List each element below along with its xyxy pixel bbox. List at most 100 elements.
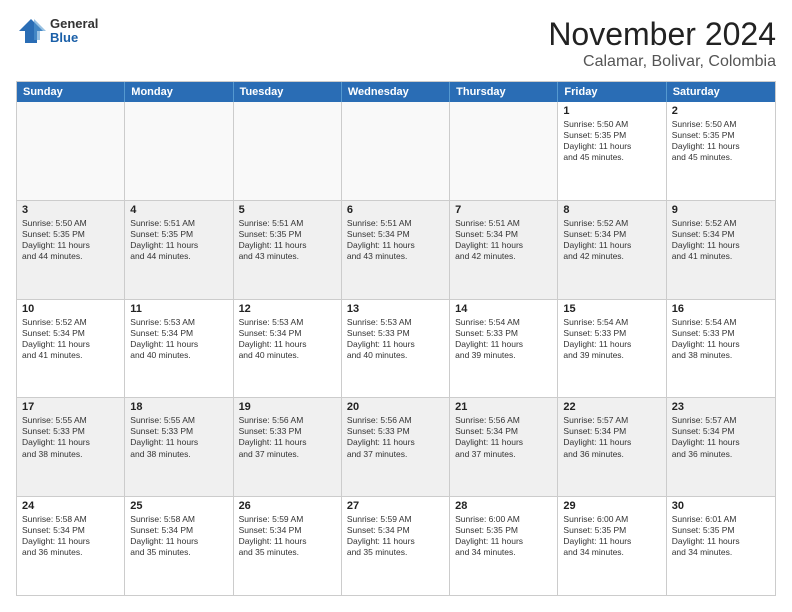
day-info: Sunrise: 5:52 AM Sunset: 5:34 PM Dayligh… bbox=[672, 218, 770, 262]
location: Calamar, Bolivar, Colombia bbox=[548, 53, 776, 71]
day-number: 29 bbox=[563, 500, 660, 512]
day-number: 27 bbox=[347, 500, 444, 512]
month-title: November 2024 bbox=[548, 16, 776, 53]
day-number: 24 bbox=[22, 500, 119, 512]
calendar-cell: 10 Sunrise: 5:52 AM Sunset: 5:34 PM Dayli… bbox=[17, 300, 125, 398]
day-number: 8 bbox=[563, 204, 660, 216]
calendar-cell: 1Sunrise: 5:50 AM Sunset: 5:35 PM Daylig… bbox=[558, 102, 666, 200]
calendar-week-1: 1Sunrise: 5:50 AM Sunset: 5:35 PM Daylig… bbox=[17, 102, 775, 200]
calendar-cell: 21Sunrise: 5:56 AM Sunset: 5:34 PM Dayli… bbox=[450, 398, 558, 496]
day-info: Sunrise: 5:52 AM Sunset: 5:34 PM Dayligh… bbox=[563, 218, 660, 262]
day-info: Sunrise: 5:50 AM Sunset: 5:35 PM Dayligh… bbox=[563, 119, 660, 163]
day-info: Sunrise: 5:51 AM Sunset: 5:34 PM Dayligh… bbox=[347, 218, 444, 262]
day-info: Sunrise: 5:56 AM Sunset: 5:33 PM Dayligh… bbox=[347, 415, 444, 459]
header-day-saturday: Saturday bbox=[667, 82, 775, 102]
calendar-cell: 11Sunrise: 5:53 AM Sunset: 5:34 PM Dayli… bbox=[125, 300, 233, 398]
day-number: 9 bbox=[672, 204, 770, 216]
calendar-body: 1Sunrise: 5:50 AM Sunset: 5:35 PM Daylig… bbox=[17, 102, 775, 595]
calendar-week-5: 24 Sunrise: 5:58 AM Sunset: 5:34 PM Dayli… bbox=[17, 496, 775, 595]
day-info: Sunrise: 5:53 AM Sunset: 5:33 PM Dayligh… bbox=[347, 317, 444, 361]
page: General Blue November 2024 Calamar, Boli… bbox=[0, 0, 792, 612]
day-info: Sunrise: 5:56 AM Sunset: 5:34 PM Dayligh… bbox=[455, 415, 552, 459]
day-info: Sunrise: 5:51 AM Sunset: 5:35 PM Dayligh… bbox=[130, 218, 227, 262]
calendar-cell: 29 Sunrise: 6:00 AM Sunset: 5:35 PM Dayli… bbox=[558, 497, 666, 595]
day-info: Sunrise: 5:55 AM Sunset: 5:33 PM Dayligh… bbox=[22, 415, 119, 459]
day-info: Sunrise: 5:58 AM Sunset: 5:34 PM Dayligh… bbox=[130, 514, 227, 558]
calendar-cell bbox=[17, 102, 125, 200]
calendar-cell: 26 Sunrise: 5:59 AM Sunset: 5:34 PM Dayli… bbox=[234, 497, 342, 595]
day-number: 2 bbox=[672, 105, 770, 117]
calendar-cell: 15 Sunrise: 5:54 AM Sunset: 5:33 PM Dayli… bbox=[558, 300, 666, 398]
day-number: 13 bbox=[347, 303, 444, 315]
day-info: Sunrise: 5:57 AM Sunset: 5:34 PM Dayligh… bbox=[672, 415, 770, 459]
day-number: 12 bbox=[239, 303, 336, 315]
calendar-cell: 24Sunrise: 5:58 AM Sunset: 5:34 PM Dayli… bbox=[17, 497, 125, 595]
day-info: Sunrise: 6:00 AM Sunset: 5:35 PM Dayligh… bbox=[563, 514, 660, 558]
day-number: 20 bbox=[347, 401, 444, 413]
calendar-cell: 13 Sunrise: 5:53 AM Sunset: 5:33 PM Dayli… bbox=[342, 300, 450, 398]
header: General Blue November 2024 Calamar, Boli… bbox=[16, 16, 776, 71]
calendar-cell bbox=[125, 102, 233, 200]
calendar-header: SundayMondayTuesdayWednesdayThursdayFrid… bbox=[17, 82, 775, 102]
day-info: Sunrise: 6:00 AM Sunset: 5:35 PM Dayligh… bbox=[455, 514, 552, 558]
day-info: Sunrise: 5:55 AM Sunset: 5:33 PM Dayligh… bbox=[130, 415, 227, 459]
calendar-cell: 20 Sunrise: 5:56 AM Sunset: 5:33 PM Dayli… bbox=[342, 398, 450, 496]
logo-general-text: General bbox=[50, 17, 98, 31]
day-number: 11 bbox=[130, 303, 227, 315]
calendar-cell: 5 Sunrise: 5:51 AM Sunset: 5:35 PM Daylig… bbox=[234, 201, 342, 299]
calendar-cell: 14Sunrise: 5:54 AM Sunset: 5:33 PM Dayli… bbox=[450, 300, 558, 398]
day-info: Sunrise: 5:50 AM Sunset: 5:35 PM Dayligh… bbox=[22, 218, 119, 262]
calendar-cell bbox=[342, 102, 450, 200]
logo-text: General Blue bbox=[50, 17, 98, 46]
day-number: 25 bbox=[130, 500, 227, 512]
title-block: November 2024 Calamar, Bolivar, Colombia bbox=[548, 16, 776, 71]
day-number: 3 bbox=[22, 204, 119, 216]
calendar-cell: 12 Sunrise: 5:53 AM Sunset: 5:34 PM Dayli… bbox=[234, 300, 342, 398]
calendar-cell bbox=[234, 102, 342, 200]
calendar-cell: 18 Sunrise: 5:55 AM Sunset: 5:33 PM Dayli… bbox=[125, 398, 233, 496]
day-number: 28 bbox=[455, 500, 552, 512]
day-info: Sunrise: 5:56 AM Sunset: 5:33 PM Dayligh… bbox=[239, 415, 336, 459]
day-info: Sunrise: 5:54 AM Sunset: 5:33 PM Dayligh… bbox=[563, 317, 660, 361]
calendar-cell: 28 Sunrise: 6:00 AM Sunset: 5:35 PM Dayli… bbox=[450, 497, 558, 595]
header-day-tuesday: Tuesday bbox=[234, 82, 342, 102]
day-number: 7 bbox=[455, 204, 552, 216]
calendar-cell: 19 Sunrise: 5:56 AM Sunset: 5:33 PM Dayli… bbox=[234, 398, 342, 496]
calendar-cell: 7 Sunrise: 5:51 AM Sunset: 5:34 PM Daylig… bbox=[450, 201, 558, 299]
logo-icon bbox=[16, 16, 46, 46]
calendar-cell: 3 Sunrise: 5:50 AM Sunset: 5:35 PM Daylig… bbox=[17, 201, 125, 299]
header-day-sunday: Sunday bbox=[17, 82, 125, 102]
calendar: SundayMondayTuesdayWednesdayThursdayFrid… bbox=[16, 81, 776, 596]
day-info: Sunrise: 5:51 AM Sunset: 5:34 PM Dayligh… bbox=[455, 218, 552, 262]
day-number: 15 bbox=[563, 303, 660, 315]
day-info: Sunrise: 5:54 AM Sunset: 5:33 PM Dayligh… bbox=[672, 317, 770, 361]
day-info: Sunrise: 5:52 AM Sunset: 5:34 PM Dayligh… bbox=[22, 317, 119, 361]
calendar-cell: 23 Sunrise: 5:57 AM Sunset: 5:34 PM Dayli… bbox=[667, 398, 775, 496]
day-number: 4 bbox=[130, 204, 227, 216]
day-number: 22 bbox=[563, 401, 660, 413]
calendar-week-3: 10 Sunrise: 5:52 AM Sunset: 5:34 PM Dayli… bbox=[17, 299, 775, 398]
day-info: Sunrise: 5:59 AM Sunset: 5:34 PM Dayligh… bbox=[347, 514, 444, 558]
header-day-wednesday: Wednesday bbox=[342, 82, 450, 102]
day-info: Sunrise: 5:57 AM Sunset: 5:34 PM Dayligh… bbox=[563, 415, 660, 459]
day-info: Sunrise: 6:01 AM Sunset: 5:35 PM Dayligh… bbox=[672, 514, 770, 558]
day-number: 5 bbox=[239, 204, 336, 216]
day-info: Sunrise: 5:53 AM Sunset: 5:34 PM Dayligh… bbox=[239, 317, 336, 361]
calendar-cell: 30Sunrise: 6:01 AM Sunset: 5:35 PM Dayli… bbox=[667, 497, 775, 595]
calendar-cell: 4 Sunrise: 5:51 AM Sunset: 5:35 PM Daylig… bbox=[125, 201, 233, 299]
calendar-cell: 22 Sunrise: 5:57 AM Sunset: 5:34 PM Dayli… bbox=[558, 398, 666, 496]
header-day-thursday: Thursday bbox=[450, 82, 558, 102]
day-number: 23 bbox=[672, 401, 770, 413]
day-number: 10 bbox=[22, 303, 119, 315]
calendar-cell bbox=[450, 102, 558, 200]
calendar-cell: 8 Sunrise: 5:52 AM Sunset: 5:34 PM Daylig… bbox=[558, 201, 666, 299]
day-number: 19 bbox=[239, 401, 336, 413]
header-day-friday: Friday bbox=[558, 82, 666, 102]
day-info: Sunrise: 5:51 AM Sunset: 5:35 PM Dayligh… bbox=[239, 218, 336, 262]
day-number: 17 bbox=[22, 401, 119, 413]
day-info: Sunrise: 5:59 AM Sunset: 5:34 PM Dayligh… bbox=[239, 514, 336, 558]
calendar-week-4: 17 Sunrise: 5:55 AM Sunset: 5:33 PM Dayli… bbox=[17, 397, 775, 496]
day-number: 18 bbox=[130, 401, 227, 413]
calendar-week-2: 3 Sunrise: 5:50 AM Sunset: 5:35 PM Daylig… bbox=[17, 200, 775, 299]
day-number: 26 bbox=[239, 500, 336, 512]
